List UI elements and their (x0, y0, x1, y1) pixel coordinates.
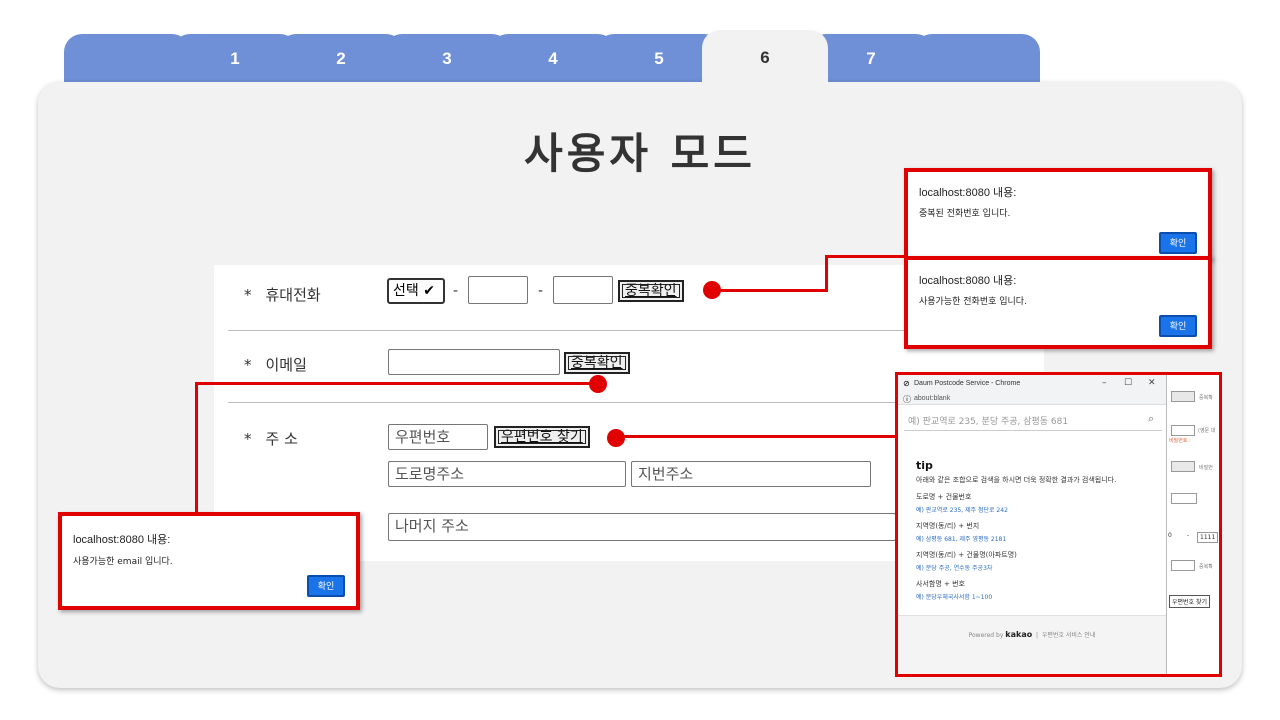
bg-dash: - (1187, 532, 1190, 539)
road-address-input[interactable]: 도로명주소 (388, 461, 626, 487)
alert-message: 중복된 전화번호 입니다. (919, 209, 1011, 219)
slide: 1 2 3 4 5 7 6 사용자 모드 * 휴대전화 선택 ✔ - - 중복확인… (0, 0, 1280, 720)
tip-section: tip 아래와 같은 조합으로 검색을 하시면 더욱 정확한 결과가 검색됩니다… (916, 459, 1166, 601)
phone-prefix-select[interactable]: 선택 ✔ (387, 278, 445, 304)
required-star: * (244, 356, 252, 374)
bg-input (1171, 391, 1195, 402)
example-value: 예) 분당우체국사서함 1~100 (916, 594, 993, 601)
kakao-logo: kakao (1005, 630, 1033, 639)
example-label: 도로명 + 건물번호 (916, 493, 972, 501)
email-input[interactable] (388, 349, 560, 375)
jibun-address-input[interactable]: 지번주소 (631, 461, 871, 487)
alert-message: 사용가능한 email 입니다. (73, 557, 173, 567)
example-value: 예) 판교역로 235, 제주 첨단로 242 (916, 507, 1008, 514)
tip-description: 아래와 같은 조합으로 검색을 하시면 더욱 정확한 결과가 검색됩니다. (916, 476, 1117, 484)
phone-last-input[interactable] (553, 276, 613, 304)
bg-input (1171, 560, 1195, 571)
phone-label: * 휴대전화 (244, 284, 321, 305)
popup-title-bar: ⊘ Daum Postcode Service - Chrome ⓘ about… (898, 375, 1166, 405)
alert-title: localhost:8080 내용: (919, 187, 1017, 199)
alert-available-phone: localhost:8080 내용: 사용가능한 전화번호 입니다. 확인 (904, 256, 1212, 349)
required-star: * (244, 430, 252, 448)
postcode-popup-window: ⊘ Daum Postcode Service - Chrome ⓘ about… (895, 372, 1222, 677)
alert-confirm-button[interactable]: 확인 (1159, 315, 1197, 337)
callout-line-phone-h1 (712, 289, 828, 292)
alert-message: 사용가능한 전화번호 입니다. (919, 297, 1027, 307)
search-icon[interactable]: ⌕ (1148, 412, 1154, 426)
callout-line-phone-h2 (825, 255, 907, 258)
callout-line-phone-v (825, 255, 828, 292)
bg-dup-check-2: 중복확 (1199, 564, 1213, 570)
rest-address-input[interactable]: 나머지 주소 (388, 513, 896, 541)
example-label: 사서함명 + 번호 (916, 580, 965, 588)
phone-dash-1: - (453, 283, 459, 299)
alert-confirm-button[interactable]: 확인 (307, 575, 345, 597)
find-postcode-button[interactable]: 우편번호 찾기 (494, 426, 590, 448)
popup-window-title: Daum Postcode Service - Chrome (914, 380, 1021, 387)
example-value: 예) 분당 주공, 연수동 주공3차 (916, 565, 993, 572)
powered-by: Powered by kakao | 우편번호 서비스 안내 (968, 630, 1096, 639)
example-label: 지역명(동/리) + 번지 (916, 522, 980, 530)
bg-english-hint: (영문 대 (1198, 428, 1216, 434)
bg-password-btn: 비밀번 (1199, 465, 1213, 471)
bg-input (1171, 493, 1197, 504)
bg-phone-prefix: 0 (1168, 532, 1172, 539)
tab-6-active[interactable]: 6 (702, 30, 828, 100)
postcode-input[interactable]: 우편번호 (388, 424, 488, 450)
bg-input (1171, 461, 1195, 472)
bg-dup-check: 중복확 (1199, 395, 1213, 401)
popup-url: about:blank (914, 395, 951, 402)
postcode-search-input[interactable]: 예) 판교역로 235, 분당 주공, 삼평동 681 (904, 409, 1162, 431)
tip-title: tip (916, 459, 933, 472)
address-label: * 주 소 (244, 428, 298, 449)
required-star: * (244, 286, 252, 304)
bg-find-postcode-btn: 우편번호 찾기 (1169, 595, 1211, 608)
phone-dup-check-button[interactable]: 중복확인 (618, 280, 684, 302)
callout-line-email-h (195, 382, 599, 385)
alert-available-email: localhost:8080 내용: 사용가능한 email 입니다. 확인 (58, 512, 360, 610)
phone-dash-2: - (538, 283, 544, 299)
callout-line-address (616, 435, 897, 438)
bg-password-hint: 비밀번호 : (1169, 438, 1191, 444)
email-label-text: 이메일 (265, 356, 307, 374)
email-dup-check-button[interactable]: 중복확인 (564, 352, 630, 374)
alert-duplicate-phone: localhost:8080 내용: 중복된 전화번호 입니다. 확인 (904, 168, 1212, 260)
alert-title: localhost:8080 내용: (919, 275, 1017, 287)
bg-phone-last: 1111 (1197, 532, 1219, 543)
example-value: 예) 삼평동 681, 제주 영평동 2181 (916, 536, 1007, 543)
callout-line-email-v (195, 382, 198, 515)
close-icon[interactable]: ✕ (1148, 378, 1156, 388)
chrome-icon: ⊘ (903, 379, 910, 388)
minimize-icon[interactable]: – (1102, 378, 1107, 388)
phone-label-text: 휴대전화 (265, 286, 321, 304)
maximize-icon[interactable]: ☐ (1124, 378, 1132, 388)
example-label: 지역명(동/리) + 건물명(아파트명) (916, 551, 1017, 559)
background-page-slice: 중복확 (영문 대 비밀번호 : 비밀번 0 - 1111 중복확 우편번호 찾… (1166, 375, 1219, 674)
email-label: * 이메일 (244, 354, 307, 375)
phone-middle-input[interactable] (468, 276, 528, 304)
address-label-text: 주 소 (265, 430, 298, 448)
powered-by-text: Powered by (968, 632, 1004, 639)
popup-footer: Powered by kakao | 우편번호 서비스 안내 (898, 615, 1166, 674)
info-icon: ⓘ (903, 395, 911, 404)
alert-confirm-button[interactable]: 확인 (1159, 232, 1197, 254)
callout-dot-address (607, 429, 625, 447)
postcode-service-link[interactable]: 우편번호 서비스 안내 (1042, 632, 1096, 639)
bg-input (1171, 425, 1195, 436)
alert-title: localhost:8080 내용: (73, 534, 171, 546)
